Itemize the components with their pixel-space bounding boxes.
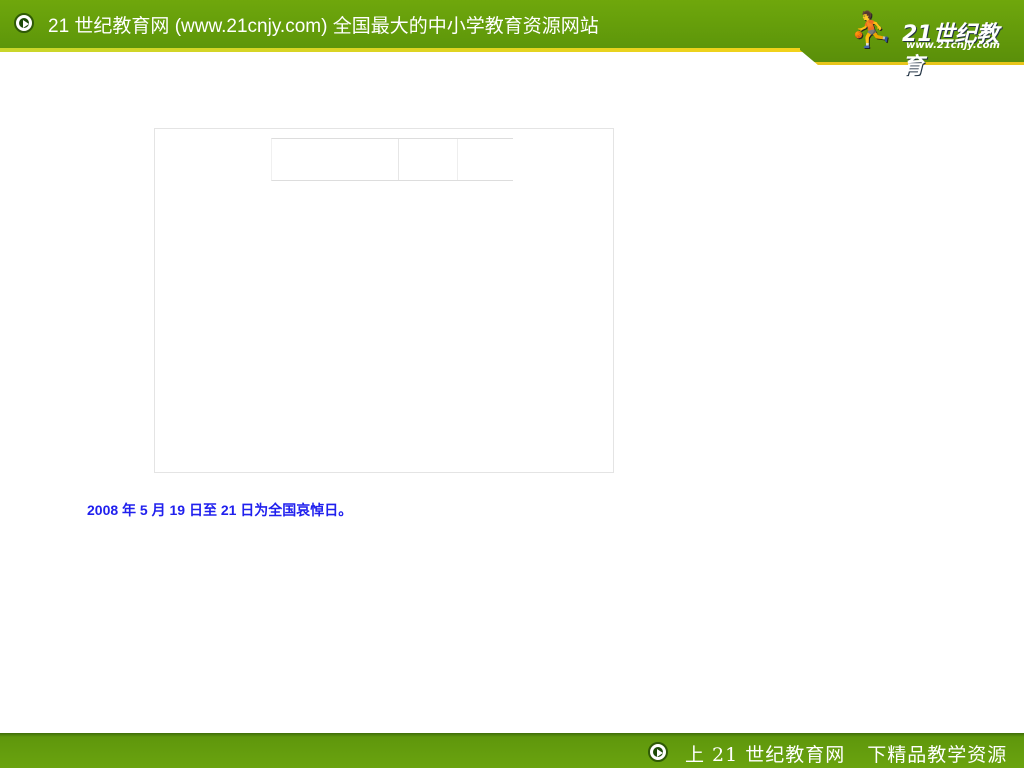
prev-link[interactable]: 上 21 世纪教育网 [685,744,845,766]
table-cell [398,139,458,180]
mourning-note: 2008 年 5 月 19 日至 21 日为全国哀悼日。 [87,502,353,518]
header-accent-line [0,48,820,52]
empty-table [271,138,513,181]
runner-icon: ⛹ [850,10,893,50]
play-icon[interactable] [14,13,34,33]
site-logo[interactable]: ⛹ 21世纪教育 www.21cnjy.com [850,8,1015,79]
play-icon[interactable] [648,742,668,762]
logo-url: www.21cnjy.com [906,40,1000,51]
next-link[interactable]: 下精品教学资源 [867,744,1007,766]
footer-nav: 上 21 世纪教育网 下精品教学资源 [685,740,1007,767]
header-title: 21 世纪教育网 (www.21cnjy.com) 全国最大的中小学教育资源网站 [48,16,599,37]
